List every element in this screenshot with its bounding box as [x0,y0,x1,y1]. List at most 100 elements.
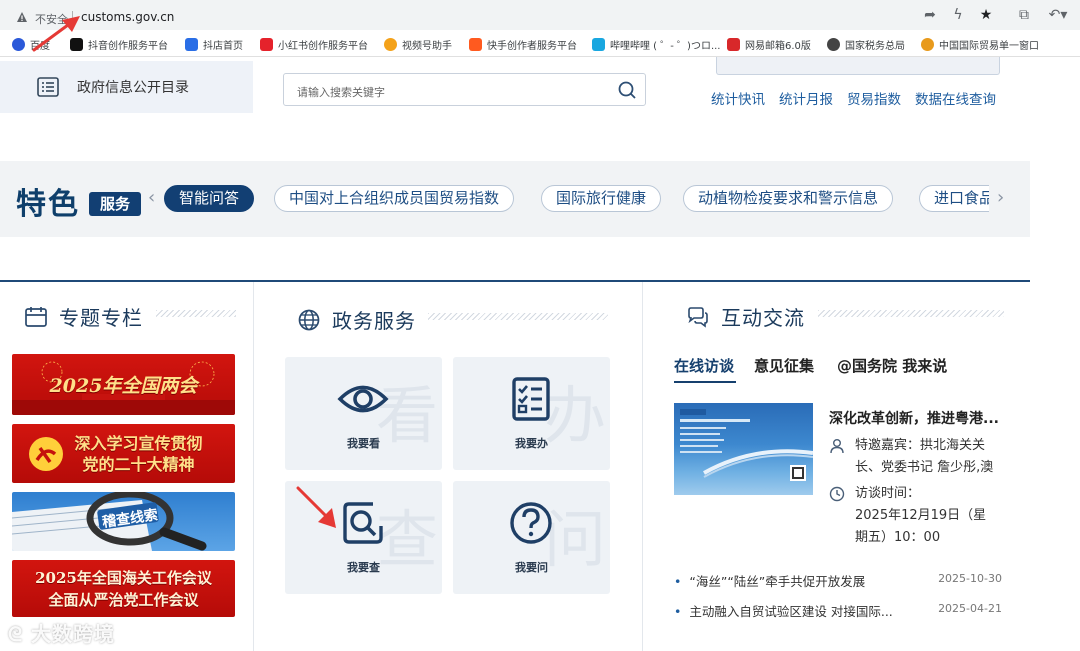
bookmark-item[interactable]: 小红书创作服务平台 [260,36,368,52]
service-view-card[interactable]: 看 我要看 [285,357,442,470]
service-ask-card[interactable]: 问 我要问 [453,481,610,594]
service-view-label: 我要看 [347,437,380,450]
tag-sco-trade-index[interactable]: 中国对上合组织成员国贸易指数 [274,185,515,212]
gov-services-header: 政务服务 [297,305,416,334]
service-ask-label: 我要问 [515,561,548,574]
gov-services-title: 政务服务 [332,309,416,333]
bookmark-item[interactable]: 快手创作者服务平台 [469,36,577,52]
header-stripe [428,313,608,320]
person-icon [830,439,844,454]
tax-bureau-icon [827,37,840,51]
special-column-title: 专题专栏 [59,306,143,330]
featured-title: 特色 [16,187,80,222]
stat-link-trade-index[interactable]: 贸易指数 [847,88,901,108]
lightning-icon[interactable]: ϟ [949,6,967,24]
list-item[interactable]: • 主动融入自贸试验区建设 对接国际... 2025-04-21 [674,601,1002,620]
tag-quarantine-info[interactable]: 动植物检疫要求和警示信息 [683,185,894,212]
chevron-right-icon[interactable]: › [997,187,1004,208]
list-icon [37,77,59,97]
address-separator [72,11,73,25]
interview-thumbnail[interactable] [674,403,813,495]
time-line: 期五）10：00 [855,530,941,545]
party-emblem-icon [29,437,63,471]
service-handle-label: 我要办 [515,437,548,450]
extensions-icon[interactable]: ⧉ [1015,6,1033,24]
bookmark-item[interactable]: 国家税务总局 [827,36,905,52]
stat-link-online-query[interactable]: 数据在线查询 [915,88,996,108]
statistics-links: 统计快讯 统计月报 贸易指数 数据在线查询 [711,88,996,108]
banner-inspection-clues[interactable]: 稽查线索 [12,492,235,551]
stat-link-flash[interactable]: 统计快讯 [711,88,765,108]
banner-two-sessions[interactable]: 2025年全国两会 [12,354,235,415]
douyin-icon [70,37,83,51]
tab-state-council[interactable]: @国务院 我来说 [837,355,947,376]
interaction-title: 互动交流 [721,306,805,330]
watermark-text: 大数跨境 [31,622,116,646]
tab-opinion-solicitation[interactable]: 意见征集 [754,355,814,376]
globe-icon [298,309,320,330]
tag-imported-food[interactable]: 进口食品 [919,185,989,212]
banner-text: 深入学习宣传贯彻 党的二十大精神 [74,433,203,474]
bookmark-label: 视频号助手 [402,40,452,52]
section-divider [0,280,1030,282]
bookmark-item[interactable]: 中国国际贸易单一窗口 [921,36,1039,52]
interaction-header: 互动交流 [686,302,805,331]
calendar-icon [25,306,47,327]
page-margin [1030,57,1080,651]
time-line: 访谈时间： [855,486,921,501]
banner-text: 2025年全国两会 [49,375,198,397]
interview-title[interactable]: 深化改革创新，推进粤港... [829,408,999,428]
bookmark-item[interactable]: 百度 [12,36,50,52]
bookmark-label: 抖音创作服务平台 [88,40,168,52]
guest-line: 长、党委书记 詹少彤,澳 [855,460,994,475]
bridge-graphic [680,409,813,481]
service-query-card[interactable]: 查 我要查 [285,481,442,594]
list-item-title: 主动融入自贸试验区建设 对接国际... [689,604,893,619]
star-icon[interactable]: ★ [977,6,995,24]
chevron-left-icon[interactable]: ‹ [148,187,155,208]
share-icon[interactable]: ➦ [921,6,939,24]
featured-badge: 服务 [89,192,141,216]
stat-link-monthly[interactable]: 统计月报 [779,88,833,108]
bookmark-label: 哔哩哔哩 ( ゜- ゜)つロ... [610,40,721,52]
watermark: ᘓ 大数跨境 [8,618,115,647]
browser-toolbar: 不安全 customs.gov.cn ➦ ϟ ★ ⧉ ↶▾ [0,0,1080,30]
banner-twentieth-congress[interactable]: 深入学习宣传贯彻 党的二十大精神 [12,424,235,483]
list-item-title: “海丝”“陆丝”牵手共促开放发展 [689,574,866,589]
back-menu-icon[interactable]: ↶▾ [1046,6,1070,24]
guest-info: 特邀嘉宾：拱北海关关 长、党委书记 詹少彤,澳 [829,435,993,479]
bilibili-icon [592,37,605,51]
banner-customs-work-conference[interactable]: 2025年全国海关工作会议 全面从严治党工作会议 [12,560,235,617]
address-bar[interactable]: 不安全 customs.gov.cn [4,3,1004,28]
netease-mail-icon [727,37,740,51]
service-handle-card[interactable]: 办 我要办 [453,357,610,470]
list-item[interactable]: • “海丝”“陆丝”牵手共促开放发展 2025-10-30 [674,571,1002,590]
bookmark-item[interactable]: 哔哩哔哩 ( ゜- ゜)つロ... [592,36,720,52]
bookmark-label: 国家税务总局 [845,40,905,52]
url-text[interactable]: customs.gov.cn [81,10,174,24]
column-separator [253,282,254,651]
banner-text: 2025年全国海关工作会议 全面从严治党工作会议 [35,568,212,609]
search-document-icon [343,502,383,544]
guest-line: 特邀嘉宾：拱北海关关 [855,438,986,453]
special-column-header: 专题专栏 [24,302,143,331]
bookmarks-bar: 百度 抖音创作服务平台 抖店首页 小红书创作服务平台 视频号助手 快手创作者服务… [0,30,1080,57]
tag-travel-health[interactable]: 国际旅行健康 [541,185,662,212]
not-secure-label: 不安全 [35,13,68,26]
tag-smart-qa[interactable]: 智能问答 [164,185,255,212]
gov-info-directory-link[interactable]: 政府信息公开目录 [0,61,253,113]
time-line: 2025年12月19日（星 [855,508,987,523]
bookmark-label: 抖店首页 [203,40,243,52]
bookmark-item[interactable]: 抖店首页 [185,36,243,52]
tab-online-interview[interactable]: 在线访谈 [674,355,734,376]
warning-icon [17,12,27,22]
bookmark-item[interactable]: 视频号助手 [384,36,452,52]
channels-icon [384,37,397,51]
search-icon[interactable] [617,80,637,100]
search-placeholder: 请输入搜索关键字 [297,86,385,99]
list-item-date: 2025-04-21 [938,602,1002,615]
bookmark-item[interactable]: 抖音创作服务平台 [70,36,168,52]
search-input[interactable]: 请输入搜索关键字 [283,73,646,106]
xiaohongshu-icon [260,37,273,51]
bookmark-item[interactable]: 网易邮箱6.0版 [727,36,811,52]
